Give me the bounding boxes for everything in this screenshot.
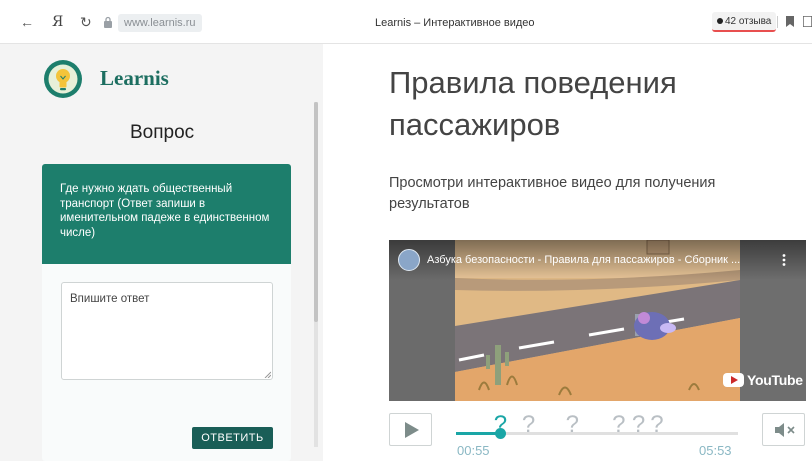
- question-marker[interactable]: ?: [650, 413, 663, 437]
- question-heading: Вопрос: [130, 122, 195, 143]
- lightbulb-icon: [44, 60, 82, 98]
- toolbar-divider: [777, 16, 778, 28]
- question-marker[interactable]: ?: [612, 413, 625, 437]
- video-player[interactable]: Азбука безопасности - Правила для пассаж…: [389, 240, 806, 401]
- reviews-count: 42 отзыва: [725, 16, 772, 27]
- lock-icon: [104, 16, 112, 28]
- question-text: Где нужно ждать общественный транспорт (…: [42, 164, 291, 264]
- youtube-wordmark: YouTube: [747, 372, 803, 388]
- total-time: 05:53: [699, 443, 732, 458]
- channel-avatar[interactable]: [398, 249, 420, 271]
- reload-icon[interactable]: ↻: [80, 13, 92, 31]
- mute-button[interactable]: [762, 413, 805, 446]
- current-time: 00:55: [457, 443, 490, 458]
- youtube-play-icon: [723, 373, 744, 387]
- address-bar[interactable]: www.learnis.ru: [118, 14, 202, 32]
- page-subtitle: Просмотри интерактивное видео для получе…: [389, 175, 716, 212]
- resize-grip-icon[interactable]: [264, 371, 271, 378]
- sidebar-scrollbar-thumb[interactable]: [314, 102, 318, 322]
- question-marker[interactable]: ?: [522, 413, 535, 437]
- reviews-badge[interactable]: 42 отзыва: [712, 12, 777, 32]
- video-title[interactable]: Азбука безопасности - Правила для пассаж…: [427, 254, 772, 266]
- browser-toolbar: ← Я ↻ www.learnis.ru Learnis – Интеракти…: [0, 0, 812, 44]
- question-marker[interactable]: ?: [566, 413, 579, 437]
- question-card: Где нужно ждать общественный транспорт (…: [42, 164, 291, 461]
- progress-handle[interactable]: [494, 428, 506, 439]
- question-marker[interactable]: ?: [632, 413, 645, 437]
- volume-mute-icon: [775, 423, 795, 437]
- extension-icon[interactable]: [803, 16, 812, 27]
- quiz-sidebar: Learnis Вопрос Где нужно ждать обществен…: [0, 44, 323, 461]
- submit-answer-button[interactable]: ОТВЕТИТЬ: [192, 427, 273, 449]
- yandex-icon[interactable]: Я: [52, 13, 63, 31]
- reviews-icon: [717, 18, 723, 24]
- answer-input[interactable]: [61, 282, 273, 380]
- page-title: Правила поведения пассажиров: [389, 65, 677, 142]
- bookmark-icon[interactable]: [786, 16, 794, 27]
- play-button[interactable]: [389, 413, 432, 446]
- brand-name: Learnis: [100, 66, 169, 90]
- back-arrow-icon[interactable]: ←: [20, 13, 34, 31]
- page-tab-title: Learnis – Интерактивное видео: [375, 17, 535, 29]
- more-vert-icon[interactable]: [778, 253, 790, 267]
